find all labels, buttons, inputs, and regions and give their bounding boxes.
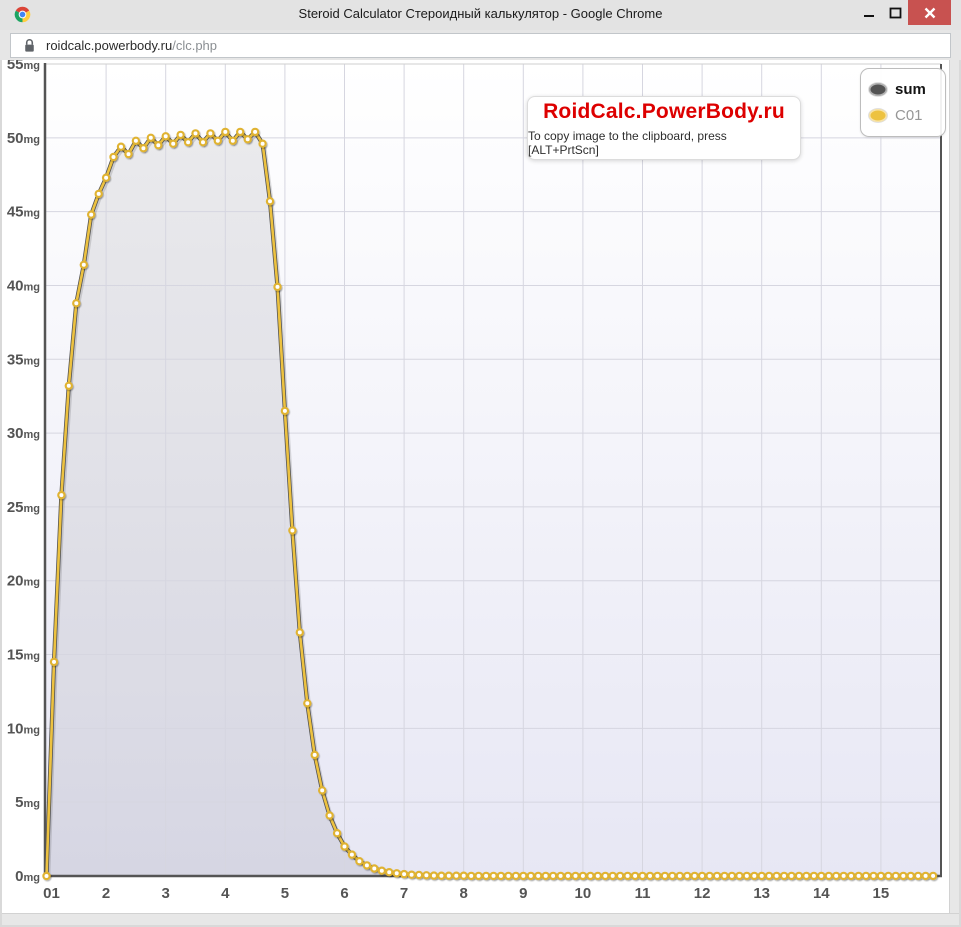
svg-text:9: 9: [519, 885, 527, 902]
svg-text:45mg: 45mg: [7, 204, 40, 221]
y-axis-labels: 0mg 5mg 10mg 15mg 20mg 25mg 30mg 35mg 40mg 45mg 50…: [7, 60, 40, 885]
svg-text:13: 13: [753, 885, 770, 902]
address-bar[interactable]: roidcalc.powerbody.ru/clc.php: [10, 33, 951, 58]
svg-text:40mg: 40mg: [7, 278, 40, 295]
svg-text:5: 5: [281, 885, 289, 902]
legend-item-sum: sum: [869, 76, 937, 102]
legend-label-sum: sum: [895, 81, 926, 98]
watermark-subtitle: To copy image to the clipboard, press [A…: [528, 129, 800, 157]
close-button[interactable]: [908, 0, 951, 25]
legend-label-c01: C01: [895, 107, 923, 124]
bottom-frame-strip: [2, 913, 959, 925]
legend-swatch-sum: [869, 83, 887, 96]
x-axis-labels: 01 2 3 4 5 6 7 8 9 10 11 12 13 14 15: [43, 885, 889, 902]
url-host: roidcalc.powerbody.ru: [46, 38, 172, 53]
svg-text:2: 2: [102, 885, 110, 902]
svg-text:20mg: 20mg: [7, 573, 40, 590]
svg-text:35mg: 35mg: [7, 351, 40, 368]
watermark-title: RoidCalc.PowerBody.ru: [543, 100, 785, 124]
legend-swatch-c01: [869, 109, 887, 122]
url-path: /clc.php: [172, 38, 217, 53]
svg-text:55mg: 55mg: [7, 60, 40, 73]
browser-window: Steroid Calculator Стероидный калькулято…: [0, 0, 961, 927]
svg-text:30mg: 30mg: [7, 425, 40, 442]
svg-text:14: 14: [813, 885, 830, 902]
watermark-box: RoidCalc.PowerBody.ru To copy image to t…: [527, 96, 801, 160]
svg-text:11: 11: [635, 885, 651, 902]
dose-release-chart: 0mg5mg10mg15mg20mg25mg30mg35mg40mg45mg50…: [2, 60, 959, 925]
svg-text:50mg: 50mg: [7, 130, 40, 147]
svg-text:10: 10: [575, 885, 592, 902]
svg-text:25mg: 25mg: [7, 499, 40, 516]
series-line-c01: [47, 132, 934, 876]
minimize-button[interactable]: [856, 0, 882, 25]
svg-text:6: 6: [340, 885, 348, 902]
area-fill: [47, 132, 934, 876]
svg-text:01: 01: [43, 885, 60, 902]
svg-text:15mg: 15mg: [7, 647, 40, 664]
lock-icon: [23, 38, 36, 53]
svg-text:15: 15: [873, 885, 890, 902]
series-line-sum: [47, 132, 934, 876]
svg-text:7: 7: [400, 885, 408, 902]
svg-text:8: 8: [460, 885, 468, 902]
line-shadow: [48, 134, 935, 878]
url-bar-row: roidcalc.powerbody.ru/clc.php: [0, 30, 961, 60]
page-content: 0mg5mg10mg15mg20mg25mg30mg35mg40mg45mg50…: [2, 60, 959, 925]
series-markers-c01: [43, 129, 936, 879]
plot-background: [45, 64, 941, 876]
chart-grid: [45, 64, 941, 876]
svg-text:3: 3: [162, 885, 170, 902]
window-controls: [856, 0, 951, 25]
svg-text:10mg: 10mg: [7, 720, 40, 737]
svg-text:5mg: 5mg: [15, 794, 40, 811]
maximize-button[interactable]: [882, 0, 908, 25]
legend-item-c01: C01: [869, 102, 937, 128]
svg-text:0mg: 0mg: [15, 868, 40, 885]
chart-legend: sum C01: [860, 68, 946, 137]
title-bar: Steroid Calculator Стероидный калькулято…: [0, 0, 961, 30]
svg-text:12: 12: [694, 885, 711, 902]
right-frame-strip: [949, 60, 959, 914]
svg-text:4: 4: [221, 885, 230, 902]
chrome-logo-icon: [14, 6, 31, 23]
window-title: Steroid Calculator Стероидный калькулято…: [120, 0, 841, 28]
